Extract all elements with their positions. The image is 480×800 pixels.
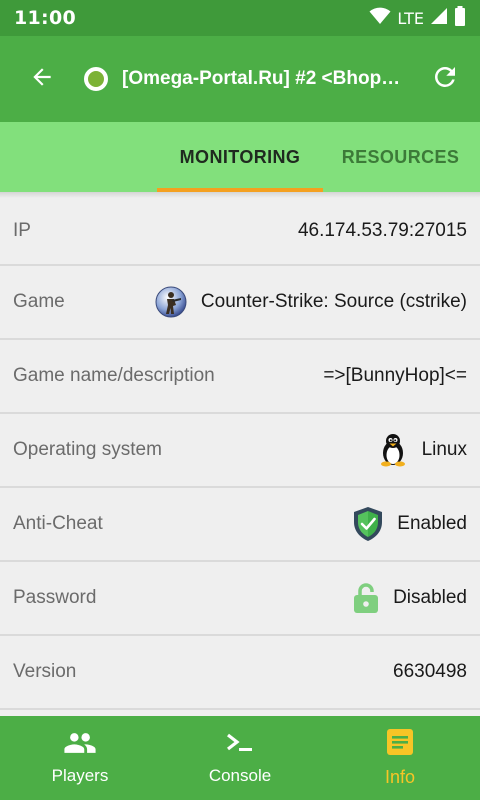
battery-icon: [454, 5, 466, 31]
tab-bar: MONITORING RESOURCES: [0, 122, 480, 192]
terminal-icon: [225, 731, 255, 760]
row-label: Password: [13, 587, 97, 608]
nav-label: Console: [208, 765, 272, 785]
bottom-navigation: Players Console Info: [0, 716, 480, 800]
row-value: Enabled: [397, 513, 467, 534]
row-label: Game: [13, 291, 65, 312]
linux-penguin-icon: [378, 433, 408, 467]
status-time: 11:00: [14, 7, 76, 29]
tab-resources[interactable]: RESOURCES: [323, 122, 478, 192]
app-bar: [Omega-Portal.Ru] #2 <Bhop>...: [0, 36, 480, 122]
info-row-os: Operating system Linux: [0, 414, 480, 488]
server-info-list: IP 46.174.53.79:27015 Game Counter-Strik…: [0, 192, 480, 710]
network-type: LTE: [397, 8, 424, 28]
row-label: Game name/description: [13, 365, 215, 386]
info-list-icon: [386, 728, 414, 761]
row-label: Operating system: [13, 439, 162, 460]
info-row-game-name: Game name/description =>[BunnyHop]<=: [0, 340, 480, 414]
info-row-ip: IP 46.174.53.79:27015: [0, 198, 480, 266]
row-value: Disabled: [393, 587, 467, 608]
people-icon: [63, 731, 97, 760]
refresh-button[interactable]: [428, 62, 462, 96]
row-value: Counter-Strike: Source (cstrike): [200, 291, 467, 312]
row-label: Anti-Cheat: [13, 513, 103, 534]
tab-monitoring[interactable]: MONITORING: [157, 122, 323, 192]
info-row-anticheat: Anti-Cheat Enabled: [0, 488, 480, 562]
info-row-game: Game Counter-Strike: Source (cstrike): [0, 266, 480, 340]
wifi-icon: [369, 7, 391, 30]
row-label: IP: [13, 220, 31, 241]
nav-label: Players: [51, 765, 109, 785]
cstrike-icon: [155, 286, 187, 318]
row-label: Version: [13, 661, 77, 682]
nav-console[interactable]: Console: [160, 716, 320, 800]
info-row-password: Password Disabled: [0, 562, 480, 636]
arrow-back-icon: [29, 64, 55, 95]
row-value: =>[BunnyHop]<=: [323, 365, 467, 386]
refresh-icon: [430, 62, 460, 97]
nav-players[interactable]: Players: [0, 716, 160, 800]
nav-label: Info: [384, 767, 416, 787]
status-icons: LTE: [369, 5, 466, 31]
shield-check-icon: [353, 506, 383, 542]
signal-icon: [430, 7, 448, 30]
nav-info[interactable]: Info: [320, 716, 480, 800]
row-value: 6630498: [393, 661, 467, 682]
page-title: [Omega-Portal.Ru] #2 <Bhop>...: [122, 68, 404, 89]
row-value: Linux: [421, 439, 467, 460]
status-bar: 11:00 LTE: [0, 0, 480, 36]
unlocked-icon: [353, 582, 379, 614]
row-value[interactable]: 46.174.53.79:27015: [298, 220, 467, 242]
info-row-version: Version 6630498: [0, 636, 480, 710]
server-online-indicator: [84, 67, 108, 91]
back-button[interactable]: [0, 36, 84, 122]
